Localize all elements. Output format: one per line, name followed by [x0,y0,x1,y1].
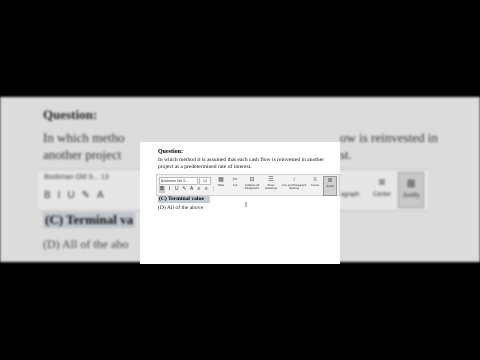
background-question-label: Question: [43,107,98,122]
cut-button[interactable]: ✂ Cut [229,176,241,194]
background-question-line2-left: another project [43,147,122,162]
cut-button-label: Cut [232,183,238,187]
background-question-line2-right: st. [340,147,352,162]
show-headings-label: Show Headings [265,183,277,191]
question-label: Question: [158,149,184,155]
bold-button[interactable]: B [159,186,165,193]
background-selected-option: (C) Terminal va [43,212,136,228]
format-buttons-row: B I U ✎ A ≡ ≡ ⋮ [159,186,217,193]
option-d-text[interactable]: (D) All of the above [158,205,203,212]
background-paragraph-button: agraph [338,172,362,206]
align-center-icon: ≡ [378,175,386,189]
formatting-toolbar: Bookman Old S... 13 B I U ✎ A ≡ ≡ ⋮ ▦ Ta… [156,174,340,196]
question-text: In which method it is assumed that each … [158,157,325,170]
italic-button[interactable]: I [166,186,172,193]
show-headings-button[interactable]: ☰ Show Headings [263,176,279,194]
line-spacing-label: Line and Paragraph Spacing [281,183,307,191]
background-justify-label: Justify [402,193,420,199]
center-button[interactable]: ≡ Center [309,176,321,194]
table-button-label: Table [217,183,225,187]
background-option-d: (D) All of the abo [43,237,129,251]
document-card: Question: In which method it is assumed … [140,142,340,264]
numbering-button[interactable]: ≡ [203,186,209,193]
background-paragraph-label: agraph [340,192,360,198]
font-family-select[interactable]: Bookman Old S... [159,177,198,185]
background-center-button: ≡ Center [370,172,394,206]
background-question-line1-left: In which metho [43,130,125,145]
justify-button[interactable]: ≣ Justify [323,176,337,196]
text-cursor-icon: I [245,202,247,209]
font-size-select[interactable]: 13 [199,177,211,185]
background-format-buttons: BIU✎A [44,190,111,201]
center-button-label: Center [310,183,320,187]
table-button[interactable]: ▦ Table [215,176,227,194]
underline-button[interactable]: U [174,186,180,193]
collapse-button-label: Collapse All Paragraphs [244,183,260,191]
background-font-select: Bookman Old S... 13 [44,174,109,181]
paragraph-icon [338,172,362,192]
align-justify-icon: ≣ [405,176,417,190]
collapse-all-paragraphs-button[interactable]: ⊟ Collapse All Paragraphs [243,176,261,194]
background-justify-button: ≣ Justify [398,172,424,208]
justify-button-label: Justify [326,184,334,188]
font-color-button[interactable]: A [189,186,195,193]
highlight-button[interactable]: ✎ [181,186,187,193]
bullets-button[interactable]: ≡ [196,186,202,193]
option-c-text[interactable]: (C) Terminal value [159,196,204,203]
line-spacing-button[interactable]: ↕ Line and Paragraph Spacing [281,176,307,194]
background-center-label: Center [372,192,391,198]
background-question-line1-right: ow is reinvested in [340,130,438,145]
